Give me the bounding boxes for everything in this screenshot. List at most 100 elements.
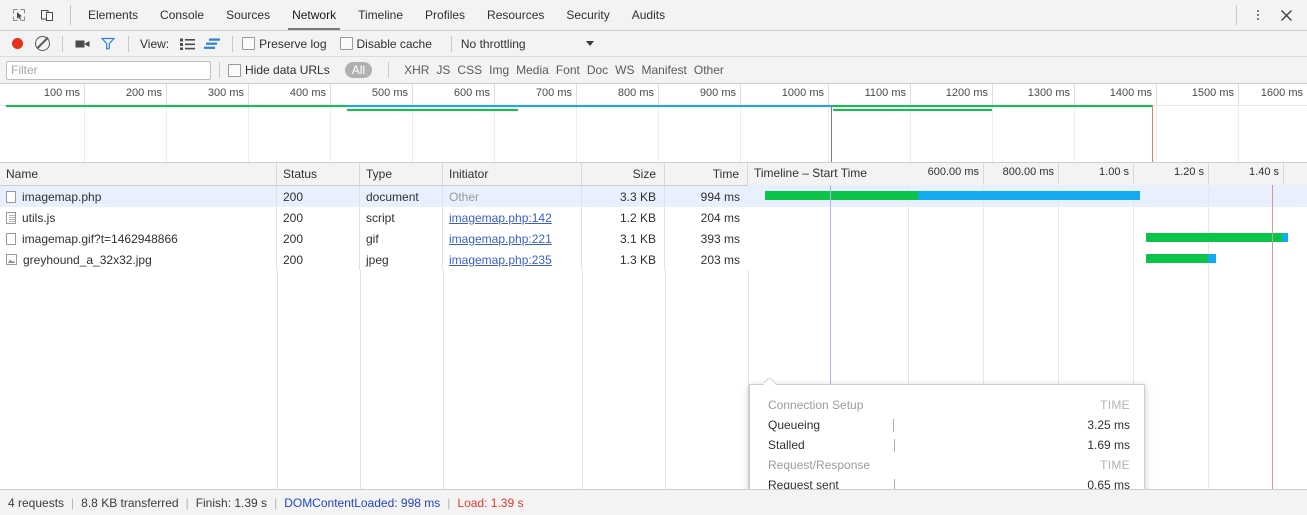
column-header-name[interactable]: Name	[0, 163, 277, 185]
cell-name: utils.js	[0, 207, 277, 228]
waterfall-tick-label: 1.40 s	[1249, 166, 1279, 178]
clear-icon	[34, 36, 50, 51]
tab-security[interactable]: Security	[555, 0, 620, 30]
waterfall-bar-blue[interactable]	[1282, 233, 1288, 242]
overview-tick-label: 1100 ms	[864, 87, 906, 99]
capture-screenshots-button[interactable]	[72, 34, 94, 54]
column-header-type[interactable]: Type	[360, 163, 443, 185]
tab-console[interactable]: Console	[149, 0, 215, 30]
view-list-button[interactable]	[176, 34, 198, 54]
column-header-size[interactable]: Size	[582, 163, 665, 185]
filter-type-other[interactable]: Other	[694, 63, 724, 77]
checkbox-box	[242, 37, 256, 50]
waterfall-icon	[204, 38, 221, 49]
preserve-log-checkbox[interactable]: Preserve log	[242, 37, 327, 51]
view-waterfall-button[interactable]	[201, 34, 223, 54]
column-header-waterfall[interactable]: Timeline – Start Time 600.00 ms 800.00 m…	[748, 163, 1307, 185]
status-divider: |	[447, 495, 451, 510]
hide-data-urls-label: Hide data URLs	[245, 63, 330, 77]
tab-timeline[interactable]: Timeline	[347, 0, 414, 30]
timing-label: Queueing	[768, 418, 821, 432]
filter-type-img[interactable]: Img	[489, 63, 509, 77]
tabbar-right-icons	[1230, 0, 1307, 30]
waterfall-tick-label: 800.00 ms	[1002, 166, 1054, 178]
overview-tick: 800 ms	[576, 84, 659, 105]
disable-cache-checkbox[interactable]: Disable cache	[339, 36, 432, 51]
section-label: Connection Setup	[768, 398, 864, 412]
tab-profiles[interactable]: Profiles	[414, 0, 476, 30]
throttling-select[interactable]: No throttling	[461, 37, 594, 51]
cell-initiator: imagemap.php:142	[443, 207, 582, 228]
tab-resources[interactable]: Resources	[476, 0, 555, 30]
waterfall-bar-green[interactable]	[1146, 233, 1282, 242]
cell-type: jpeg	[360, 249, 443, 270]
timing-tick	[894, 478, 895, 489]
initiator-link[interactable]: imagemap.php:221	[449, 232, 552, 246]
request-name: utils.js	[22, 210, 56, 225]
request-name: greyhound_a_32x32.jpg	[23, 252, 152, 267]
filter-type-font[interactable]: Font	[556, 63, 580, 77]
cell-time: 393 ms	[700, 231, 740, 246]
filter-input[interactable]	[6, 60, 211, 80]
waterfall-bar-blue[interactable]	[918, 191, 1140, 200]
tab-audits[interactable]: Audits	[621, 0, 676, 30]
overview-tick: 1000 ms	[740, 84, 829, 105]
device-toolbar-icon[interactable]	[34, 3, 60, 27]
popover-row-request-sent: Request sent 0.65 ms	[768, 475, 1130, 489]
hide-data-urls-checkbox[interactable]: Hide data URLs	[228, 63, 330, 77]
disable-cache-label: Disable cache	[356, 36, 432, 51]
close-icon[interactable]	[1273, 3, 1299, 27]
network-control-bar: View: Preserve log Disable cache No thro…	[0, 31, 1307, 57]
column-header-status[interactable]: Status	[277, 163, 360, 185]
initiator-link[interactable]: imagemap.php:142	[449, 211, 552, 225]
popover-row-stalled: Stalled 1.69 ms	[768, 435, 1130, 455]
cell-name: imagemap.gif?t=1462948866	[0, 228, 277, 249]
record-button[interactable]	[6, 34, 28, 54]
column-header-initiator[interactable]: Initiator	[443, 163, 582, 185]
waterfall-bar-green[interactable]	[1146, 254, 1208, 263]
cell-status: 200	[277, 186, 360, 207]
popover-arrow	[764, 378, 776, 385]
filter-type-css[interactable]: CSS	[457, 63, 482, 77]
filter-type-all[interactable]: All	[344, 62, 373, 78]
filter-type-ws[interactable]: WS	[615, 63, 634, 77]
overview-dcl-marker	[831, 105, 832, 162]
overview-tick-label: 400 ms	[289, 87, 326, 99]
camera-icon	[75, 40, 90, 47]
filter-type-manifest[interactable]: Manifest	[642, 63, 687, 77]
overview-tick: 900 ms	[658, 84, 741, 105]
cell-size: 1.2 KB	[582, 207, 665, 228]
timing-value: 3.25 ms	[1087, 418, 1130, 432]
cell-type: gif	[360, 228, 443, 249]
overview-tick-label: 800 ms	[617, 87, 654, 99]
initiator-link[interactable]: imagemap.php:235	[449, 253, 552, 267]
script-icon	[6, 211, 16, 224]
overview-tick: 1600 ms	[1238, 84, 1307, 105]
filter-type-xhr[interactable]: XHR	[404, 63, 429, 77]
overview-tick: 1200 ms	[910, 84, 993, 105]
overview-tick: 700 ms	[494, 84, 577, 105]
clear-button[interactable]	[31, 34, 53, 54]
dom-content-loaded-time: DOMContentLoaded: 998 ms	[284, 495, 441, 510]
network-overview[interactable]: 100 ms 200 ms 300 ms 400 ms 500 ms 600 m…	[0, 84, 1307, 163]
devtools-tab-bar: Elements Console Sources Network Timelin…	[0, 0, 1307, 31]
overview-tick-label: 1000 ms	[781, 87, 824, 99]
tab-network[interactable]: Network	[281, 0, 347, 30]
cell-type: document	[360, 186, 443, 207]
waterfall-bar-green[interactable]	[765, 191, 918, 200]
more-options-icon[interactable]	[1245, 3, 1271, 27]
network-filter-bar: Hide data URLs All XHR JS CSS Img Media …	[0, 57, 1307, 84]
document-icon	[6, 190, 16, 203]
tab-sources[interactable]: Sources	[215, 0, 281, 30]
overview-tick-label: 1300 ms	[1027, 87, 1070, 99]
filter-type-js[interactable]: JS	[436, 63, 450, 77]
column-header-time[interactable]: Time	[665, 163, 748, 185]
tab-elements[interactable]: Elements	[77, 0, 149, 30]
inspect-element-icon[interactable]	[6, 3, 32, 27]
overview-tick-label: 600 ms	[453, 87, 490, 99]
record-icon	[11, 38, 23, 49]
waterfall-bar-blue[interactable]	[1208, 254, 1216, 263]
filter-type-media[interactable]: Media	[516, 63, 549, 77]
filter-type-doc[interactable]: Doc	[587, 63, 608, 77]
filter-toggle-button[interactable]	[97, 34, 119, 54]
